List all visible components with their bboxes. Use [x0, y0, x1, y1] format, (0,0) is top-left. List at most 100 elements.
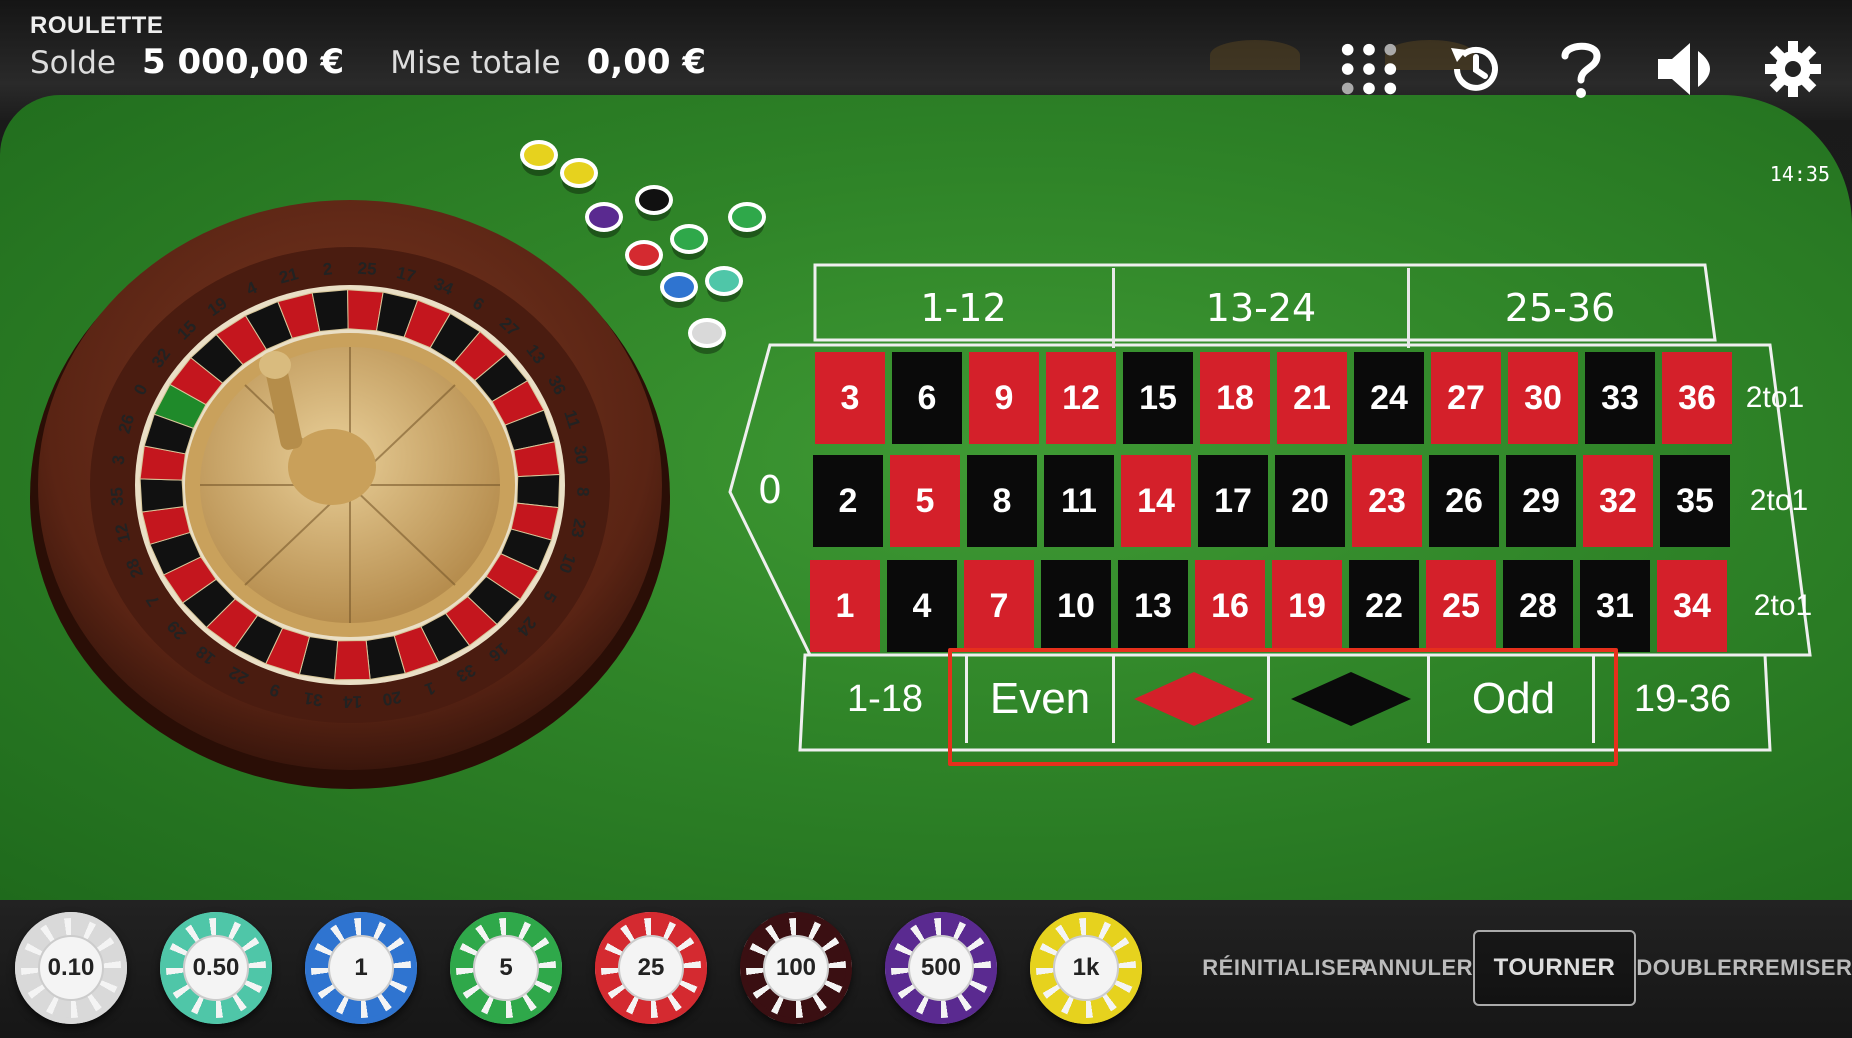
chip-0.50[interactable]: 0.50: [160, 912, 272, 1024]
chip-0.10[interactable]: 0.10: [15, 912, 127, 1024]
dozen-bet-2[interactable]: 13-24: [1115, 268, 1410, 348]
chip-1[interactable]: 1: [305, 912, 417, 1024]
number-cell[interactable]: 1: [810, 560, 880, 652]
number-cell[interactable]: 13: [1118, 560, 1188, 652]
bet-19-36[interactable]: 19-36: [1600, 655, 1765, 743]
felt-chip-stack: [670, 224, 708, 254]
chip-label: 5: [473, 935, 539, 1001]
number-cell[interactable]: 28: [1503, 560, 1573, 652]
number-cell[interactable]: 35: [1660, 455, 1730, 547]
rebet-button[interactable]: REMISER: [1749, 930, 1852, 1006]
number-cell[interactable]: 30: [1508, 352, 1578, 444]
number-cell[interactable]: 29: [1506, 455, 1576, 547]
bet-even[interactable]: Even: [965, 655, 1115, 743]
total-bet-value: 0,00 €: [586, 42, 707, 82]
chip-label: 0.10: [38, 935, 104, 1001]
chip-label: 1k: [1053, 935, 1119, 1001]
clock: 14:35: [1769, 162, 1830, 186]
felt-chip-stack: [728, 202, 766, 232]
number-cell[interactable]: 2: [813, 455, 883, 547]
number-cell[interactable]: 9: [969, 352, 1039, 444]
number-cell[interactable]: 32: [1583, 455, 1653, 547]
number-cell[interactable]: 16: [1195, 560, 1265, 652]
number-cell[interactable]: 34: [1657, 560, 1727, 652]
history-icon[interactable]: [1444, 38, 1506, 100]
chip-label: 100: [763, 935, 829, 1001]
number-cell[interactable]: 27: [1431, 352, 1501, 444]
bet-red[interactable]: [1120, 655, 1270, 743]
number-cell[interactable]: 12: [1046, 352, 1116, 444]
number-cell[interactable]: 18: [1200, 352, 1270, 444]
balance-value: 5 000,00 €: [142, 42, 345, 82]
chip-500[interactable]: 500: [885, 912, 997, 1024]
column-bet-2[interactable]: 2to1: [1734, 455, 1824, 547]
number-cell[interactable]: 8: [967, 455, 1037, 547]
rail-cupholder: [1210, 40, 1300, 70]
dozen-bet-3[interactable]: 25-36: [1410, 268, 1710, 348]
number-cell[interactable]: 23: [1352, 455, 1422, 547]
number-cell[interactable]: 20: [1275, 455, 1345, 547]
balance-row: Solde 5 000,00 € Mise totale 0,00 €: [30, 42, 726, 82]
number-cell[interactable]: 25: [1426, 560, 1496, 652]
settings-icon[interactable]: [1762, 38, 1824, 100]
double-button[interactable]: DOUBLER: [1636, 930, 1748, 1006]
number-cell[interactable]: 3: [815, 352, 885, 444]
undo-button[interactable]: ANNULER: [1362, 930, 1473, 1006]
number-cell[interactable]: 22: [1349, 560, 1419, 652]
total-bet-label: Mise totale: [390, 45, 561, 81]
number-cell[interactable]: 11: [1044, 455, 1114, 547]
wheel-number: 23: [567, 517, 589, 539]
chip-100[interactable]: 100: [740, 912, 852, 1024]
felt-chip-stack: [660, 272, 698, 302]
wheel-number: 8: [573, 487, 592, 497]
wheel-number: 30: [570, 444, 591, 465]
felt-chip-stack: [635, 185, 673, 215]
wheel-pocket: [334, 640, 371, 681]
wheel-number: 14: [343, 692, 363, 711]
number-cell[interactable]: 14: [1121, 455, 1191, 547]
wheel-pocket: [516, 473, 561, 509]
roulette-wheel: 0321519421 2 25 17 3462713361130823105241633…: [30, 200, 670, 789]
chip-label: 500: [908, 935, 974, 1001]
wheel-number: 20: [381, 687, 403, 709]
chip-5[interactable]: 5: [450, 912, 562, 1024]
number-cell[interactable]: 4: [887, 560, 957, 652]
number-cell[interactable]: 33: [1585, 352, 1655, 444]
felt-chip-stack: [625, 240, 663, 270]
balance-label: Solde: [30, 45, 117, 81]
bet-1-18[interactable]: 1-18: [810, 655, 960, 743]
column-bet-3[interactable]: 2to1: [1738, 560, 1828, 652]
header-info: ROULETTE Solde 5 000,00 € Mise totale 0,…: [30, 12, 726, 82]
wheel-pocket: [139, 478, 185, 513]
reset-button[interactable]: RÉINITIALISER: [1202, 930, 1367, 1006]
number-cell[interactable]: 24: [1354, 352, 1424, 444]
menu-dots-icon[interactable]: [1338, 38, 1400, 100]
sound-icon[interactable]: [1656, 38, 1718, 100]
betting-board: 1-12 13-24 25-36 0 3 6 9 12 15 18 21 24 27 30 33 36 2 5…: [720, 260, 1850, 760]
red-diamond-icon: [1133, 672, 1254, 726]
felt-chip-stack: [585, 202, 623, 232]
chip-25[interactable]: 25: [595, 912, 707, 1024]
chip-1k[interactable]: 1k: [1030, 912, 1142, 1024]
help-icon[interactable]: [1550, 38, 1612, 100]
felt-chip-stack: [560, 158, 598, 188]
number-cell[interactable]: 15: [1123, 352, 1193, 444]
bet-black[interactable]: [1275, 655, 1430, 743]
number-cell[interactable]: 17: [1198, 455, 1268, 547]
number-cell[interactable]: 26: [1429, 455, 1499, 547]
number-cell[interactable]: 36: [1662, 352, 1732, 444]
column-bet-1[interactable]: 2to1: [1730, 352, 1820, 444]
number-cell[interactable]: 19: [1272, 560, 1342, 652]
number-cell[interactable]: 21: [1277, 352, 1347, 444]
number-cell[interactable]: 6: [892, 352, 962, 444]
number-cell[interactable]: 5: [890, 455, 960, 547]
number-cell[interactable]: 31: [1580, 560, 1650, 652]
dozen-bet-1[interactable]: 1-12: [815, 268, 1115, 348]
bet-odd[interactable]: Odd: [1435, 655, 1595, 743]
number-zero[interactable]: 0: [730, 380, 810, 600]
number-cell[interactable]: 7: [964, 560, 1034, 652]
felt-chip-stack: [520, 140, 558, 170]
top-toolbar: [1338, 38, 1824, 100]
spin-button[interactable]: TOURNER: [1473, 930, 1636, 1006]
number-cell[interactable]: 10: [1041, 560, 1111, 652]
